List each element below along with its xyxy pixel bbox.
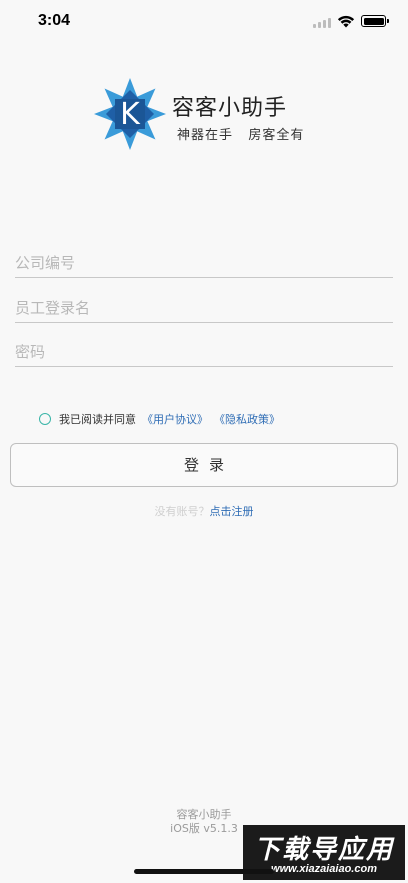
app-slogan: 神器在手 房客全有 (177, 128, 305, 143)
company-id-input[interactable] (15, 248, 393, 277)
status-time: 3:04 (38, 12, 71, 29)
watermark-main: 下载导应用 (253, 835, 394, 865)
wifi-icon (337, 15, 355, 28)
agreement-text: 我已阅读并同意 (59, 413, 136, 426)
register-prompt: 没有账号？ (154, 505, 210, 518)
login-button[interactable]: 登录 (10, 443, 398, 487)
app-logo-icon: K (94, 78, 166, 150)
agreement-radio[interactable] (39, 413, 51, 425)
register-row: 没有账号？点击注册 (0, 503, 408, 519)
svg-text:K: K (120, 97, 141, 132)
privacy-policy-link[interactable]: 《隐私政策》 (214, 411, 280, 427)
cellular-signal-icon (313, 18, 331, 28)
register-link[interactable]: 点击注册 (210, 505, 254, 518)
agreement-row: 我已阅读并同意 《用户协议》 《隐私政策》 (39, 411, 280, 427)
battery-icon (361, 15, 389, 27)
username-field[interactable] (15, 293, 393, 323)
password-field[interactable] (15, 337, 393, 367)
status-bar: 3:04 (0, 0, 408, 44)
user-agreement-link[interactable]: 《用户协议》 (142, 411, 208, 427)
username-input[interactable] (15, 293, 393, 322)
home-indicator[interactable] (134, 869, 274, 874)
company-id-field[interactable] (15, 248, 393, 278)
password-input[interactable] (15, 337, 393, 366)
app-title: 容客小助手 (172, 96, 288, 121)
